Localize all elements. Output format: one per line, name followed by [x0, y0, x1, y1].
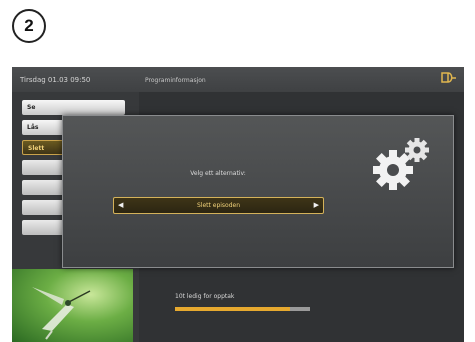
hummingbird-icon — [32, 287, 91, 340]
top-bar: Tirsdag 01.03 09:50 Programinformasjon — [12, 67, 464, 92]
storage-progress-fill — [175, 307, 290, 311]
brand-logo-icon — [440, 71, 458, 87]
selected-option: Slett episoden — [196, 202, 241, 209]
date-time: Tirsdag 01.03 09:50 — [20, 76, 91, 84]
step-number-badge: 2 — [12, 9, 46, 43]
arrow-right-icon[interactable]: ▶ — [314, 201, 319, 209]
section-title: Programinformasjon — [145, 77, 206, 84]
storage-progress-bar — [175, 307, 310, 311]
storage-label: 10t ledig for opptak — [175, 293, 235, 300]
menu-item-watch[interactable]: Se — [22, 100, 125, 115]
program-thumbnail — [12, 269, 133, 342]
dialog-prompt: Velg ett alternativ: — [190, 170, 246, 177]
options-dialog: Velg ett alternativ: ◀ Slett episoden ▶ — [62, 115, 454, 268]
tv-screen: Tirsdag 01.03 09:50 Programinformasjon S… — [12, 67, 464, 342]
option-selector[interactable]: ◀ Slett episoden ▶ — [113, 197, 324, 214]
gears-icon — [371, 136, 433, 200]
